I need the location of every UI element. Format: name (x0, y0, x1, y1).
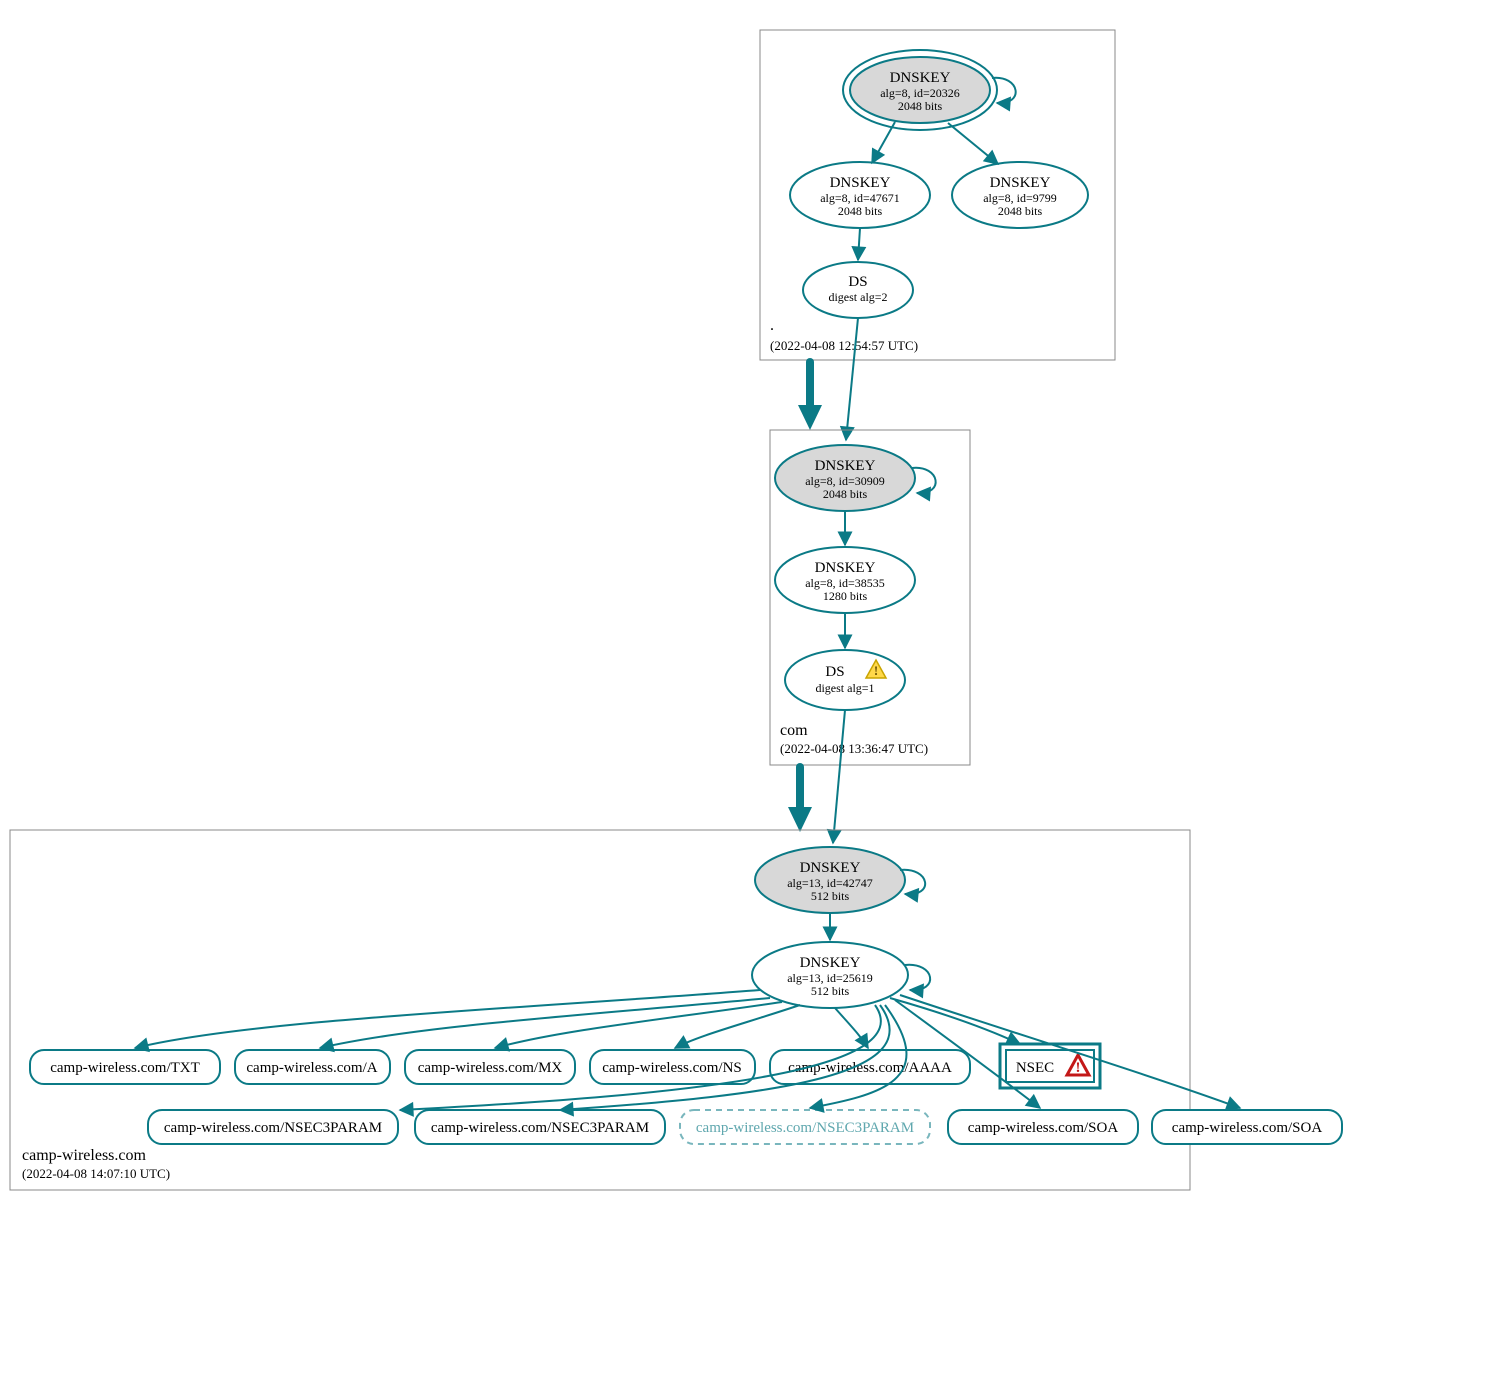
com-ksk: DNSKEY alg=8, id=30909 2048 bits (775, 445, 915, 511)
rr-soa-1: camp-wireless.com/SOA (948, 1110, 1138, 1144)
svg-text:camp-wireless.com/NSEC3PARAM: camp-wireless.com/NSEC3PARAM (164, 1120, 382, 1136)
svg-text:DNSKEY: DNSKEY (815, 458, 876, 474)
svg-text:2048 bits: 2048 bits (838, 204, 883, 218)
rr-ns: camp-wireless.com/NS (590, 1050, 755, 1084)
zone-domain-time: (2022-04-08 14:07:10 UTC) (22, 1166, 170, 1181)
svg-text:camp-wireless.com/NSEC3PARAM: camp-wireless.com/NSEC3PARAM (696, 1120, 914, 1136)
zone-root-name: . (770, 317, 774, 334)
zone-com-time: (2022-04-08 13:36:47 UTC) (780, 741, 928, 756)
dnssec-graph: . (2022-04-08 12:54:57 UTC) DNSKEY alg=8… (0, 0, 1507, 1399)
svg-text:DS: DS (825, 664, 844, 680)
svg-text:alg=8, id=38535: alg=8, id=38535 (805, 576, 885, 590)
svg-text:camp-wireless.com/NS: camp-wireless.com/NS (602, 1060, 742, 1076)
svg-text:camp-wireless.com/SOA: camp-wireless.com/SOA (1172, 1120, 1323, 1136)
zone-domain-name: camp-wireless.com (22, 1147, 147, 1164)
svg-text:camp-wireless.com/NSEC3PARAM: camp-wireless.com/NSEC3PARAM (431, 1120, 649, 1136)
rr-aaaa: camp-wireless.com/AAAA (770, 1050, 970, 1084)
svg-text:digest alg=1: digest alg=1 (815, 681, 874, 695)
svg-text:DNSKEY: DNSKEY (800, 860, 861, 876)
root-extra-key: DNSKEY alg=8, id=9799 2048 bits (952, 162, 1088, 228)
svg-text:alg=8, id=20326: alg=8, id=20326 (880, 86, 960, 100)
svg-text:DS: DS (848, 274, 867, 290)
rr-mx: camp-wireless.com/MX (405, 1050, 575, 1084)
domain-zsk: DNSKEY alg=13, id=25619 512 bits (752, 942, 908, 1008)
svg-text:!: ! (874, 663, 878, 678)
svg-text:camp-wireless.com/A: camp-wireless.com/A (246, 1060, 377, 1076)
svg-text:digest alg=2: digest alg=2 (828, 290, 887, 304)
zone-root: . (2022-04-08 12:54:57 UTC) DNSKEY alg=8… (760, 30, 1115, 360)
svg-text:DNSKEY: DNSKEY (990, 175, 1051, 191)
zone-com-name: com (780, 722, 808, 739)
svg-text:DNSKEY: DNSKEY (815, 560, 876, 576)
svg-text:alg=8, id=30909: alg=8, id=30909 (805, 474, 885, 488)
rr-a: camp-wireless.com/A (235, 1050, 390, 1084)
svg-text:2048 bits: 2048 bits (898, 99, 943, 113)
rr-soa-2: camp-wireless.com/SOA (1152, 1110, 1342, 1144)
rr-nsec3param-1: camp-wireless.com/NSEC3PARAM (148, 1110, 398, 1144)
svg-text:camp-wireless.com/TXT: camp-wireless.com/TXT (50, 1060, 200, 1076)
svg-text:alg=13, id=42747: alg=13, id=42747 (787, 876, 873, 890)
svg-text:alg=8, id=9799: alg=8, id=9799 (983, 191, 1057, 205)
svg-text:512 bits: 512 bits (811, 984, 850, 998)
zone-com: com (2022-04-08 13:36:47 UTC) DNSKEY alg… (770, 430, 970, 765)
svg-text:DNSKEY: DNSKEY (890, 70, 951, 86)
svg-text:!: ! (1076, 1060, 1081, 1076)
rr-txt: camp-wireless.com/TXT (30, 1050, 220, 1084)
svg-text:alg=13, id=25619: alg=13, id=25619 (787, 971, 873, 985)
svg-text:2048 bits: 2048 bits (998, 204, 1043, 218)
root-ds: DS digest alg=2 (803, 262, 913, 318)
root-zsk: DNSKEY alg=8, id=47671 2048 bits (790, 162, 930, 228)
svg-text:1280 bits: 1280 bits (823, 589, 868, 603)
svg-text:512 bits: 512 bits (811, 889, 850, 903)
svg-text:alg=8, id=47671: alg=8, id=47671 (820, 191, 900, 205)
svg-text:DNSKEY: DNSKEY (800, 955, 861, 971)
svg-text:NSEC: NSEC (1016, 1060, 1054, 1076)
domain-ksk: DNSKEY alg=13, id=42747 512 bits (755, 847, 905, 913)
svg-text:camp-wireless.com/MX: camp-wireless.com/MX (418, 1060, 563, 1076)
zone-root-time: (2022-04-08 12:54:57 UTC) (770, 338, 918, 353)
svg-text:camp-wireless.com/SOA: camp-wireless.com/SOA (968, 1120, 1119, 1136)
zone-domain: camp-wireless.com (2022-04-08 14:07:10 U… (10, 830, 1342, 1190)
rr-nsec: NSEC ! (1000, 1044, 1100, 1088)
root-ksk: DNSKEY alg=8, id=20326 2048 bits (843, 50, 997, 130)
svg-text:DNSKEY: DNSKEY (830, 175, 891, 191)
svg-text:camp-wireless.com/AAAA: camp-wireless.com/AAAA (788, 1060, 952, 1076)
rr-nsec3param-3: camp-wireless.com/NSEC3PARAM (680, 1110, 930, 1144)
svg-text:2048 bits: 2048 bits (823, 487, 868, 501)
com-zsk: DNSKEY alg=8, id=38535 1280 bits (775, 547, 915, 613)
com-ds: DS digest alg=1 ! (785, 650, 905, 710)
rr-nsec3param-2: camp-wireless.com/NSEC3PARAM (415, 1110, 665, 1144)
